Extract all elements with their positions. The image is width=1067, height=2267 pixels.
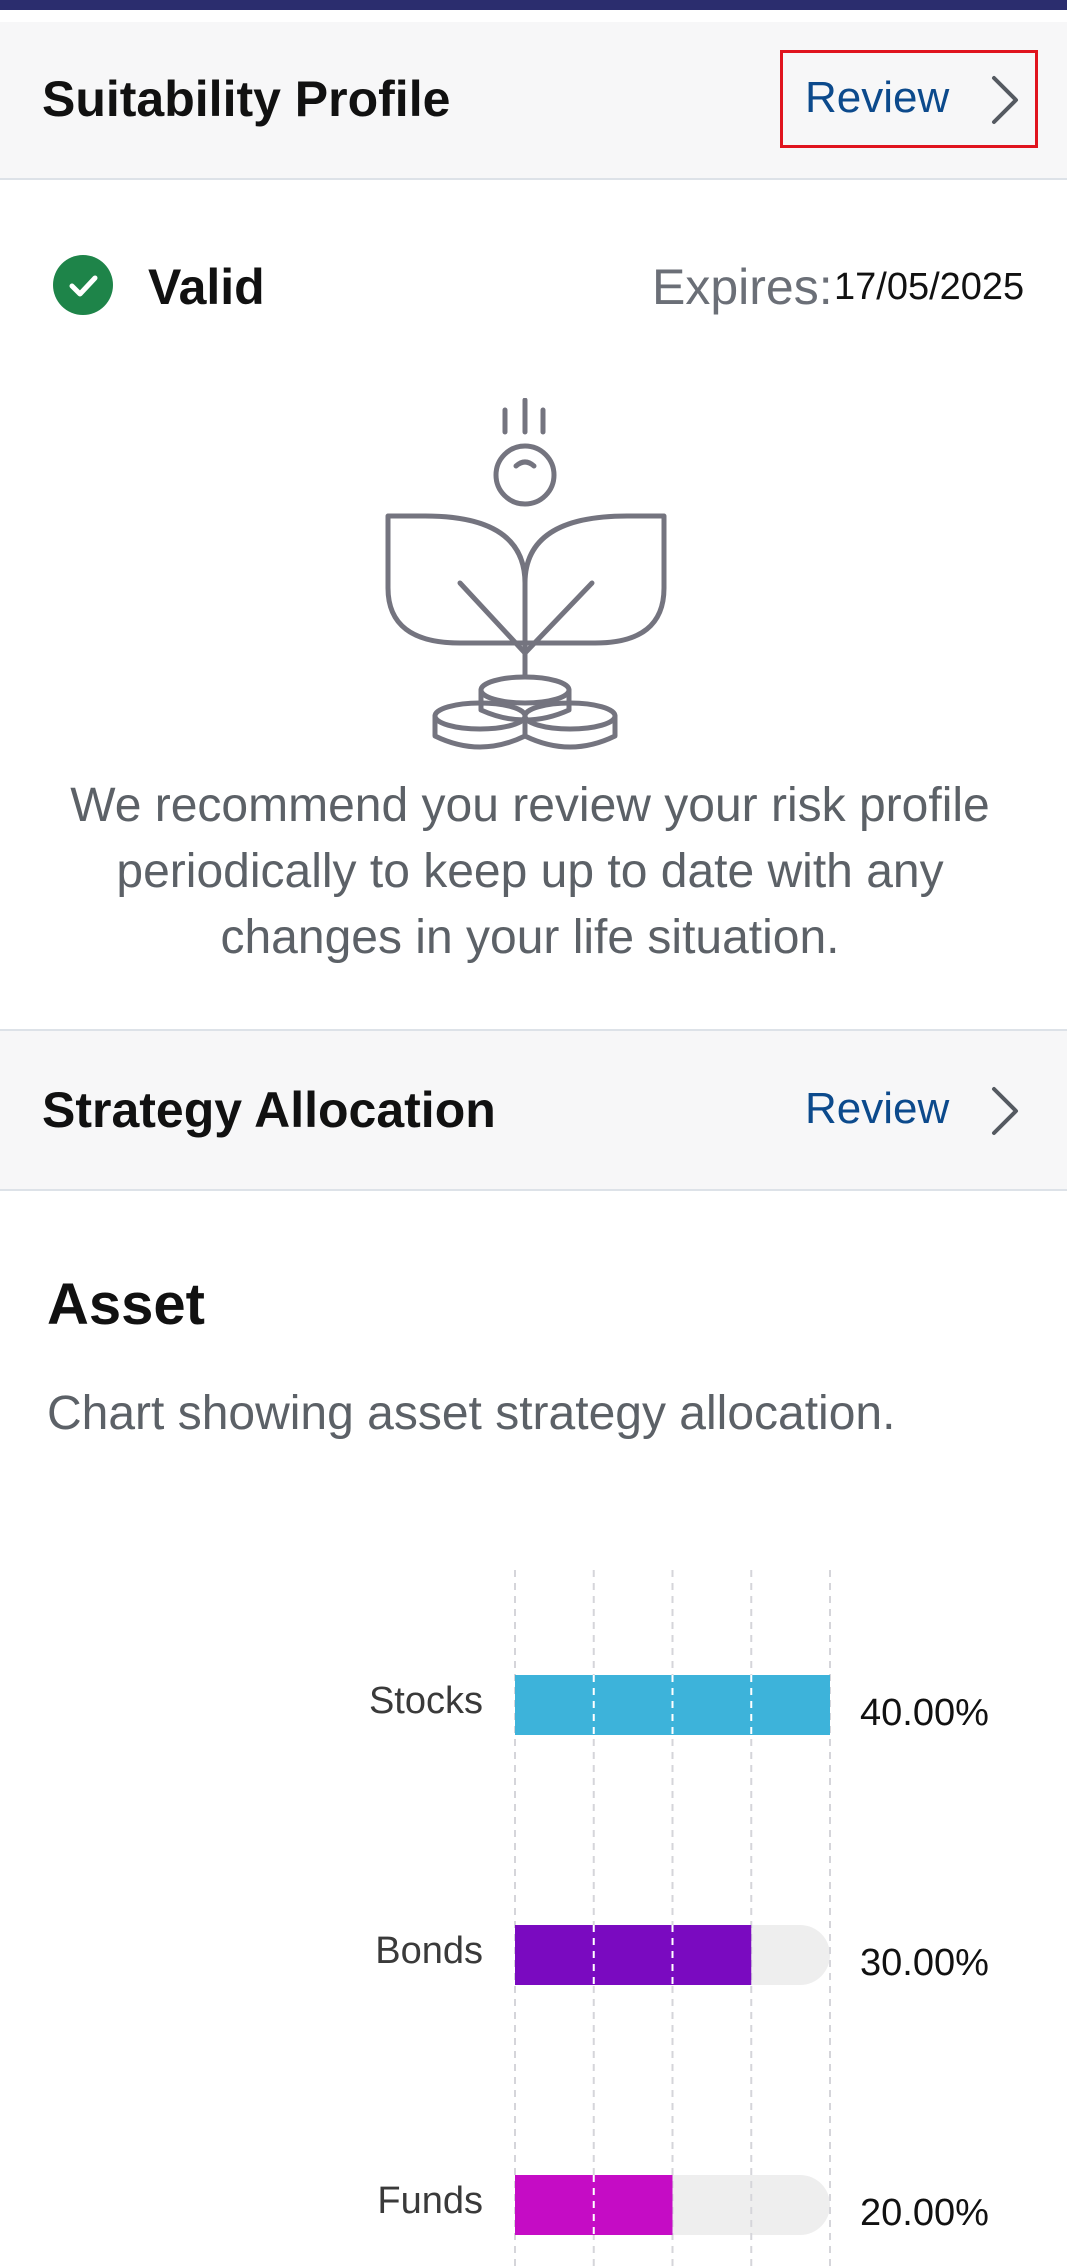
plant-coins-icon [385, 398, 667, 750]
chevron-right-icon [992, 1087, 1018, 1135]
review-highlight-box [780, 50, 1038, 148]
strategy-allocation-title: Strategy Allocation [42, 1082, 496, 1138]
bar-bonds [515, 1925, 752, 1985]
value-label-stocks: 40.00% [860, 1692, 989, 1734]
review-label: Review [805, 1084, 950, 1133]
suitability-profile-title: Suitability Profile [42, 71, 451, 127]
value-label-funds: 20.00% [860, 2192, 989, 2234]
check-circle-icon [53, 255, 113, 315]
category-label-stocks: Stocks [369, 1680, 483, 1722]
top-app-bar [0, 0, 1067, 10]
asset-description: Chart showing asset strategy allocation. [47, 1387, 896, 1440]
value-label-bonds: 30.00% [860, 1942, 989, 1984]
asset-title: Asset [47, 1272, 205, 1337]
expires-label: Expires: [652, 259, 833, 315]
category-label-funds: Funds [377, 2180, 483, 2222]
status-valid: Valid [148, 259, 265, 315]
category-label-bonds: Bonds [375, 1930, 483, 1972]
recommendation-text: We recommend you review your risk profil… [70, 779, 990, 964]
strategy-review-button[interactable]: Review [790, 1069, 1030, 1149]
asset-allocation-chart: Stocks 40.00% Bonds 30.00% Funds 20.00% [369, 1570, 989, 2267]
expires-date: 17/05/2025 [834, 266, 1025, 308]
